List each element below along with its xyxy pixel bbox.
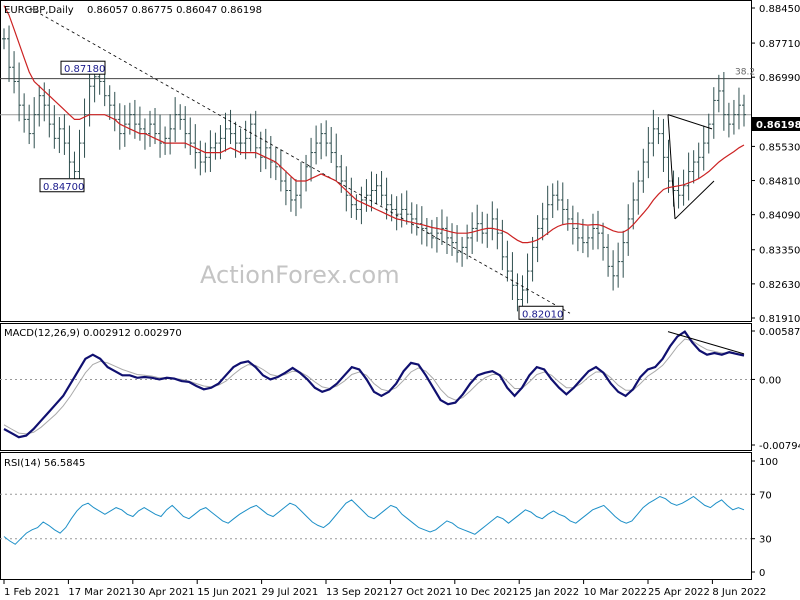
x-axis: 1 Feb 2021 17 Mar 2021 30 Apr 2021 15 Jun 2… [3, 580, 766, 598]
price-y-tick-label: 0.88450 [759, 4, 800, 15]
macd-y-tick-label: 0.00 [759, 375, 781, 386]
macd-lines [3, 330, 745, 439]
x-tick-label: 30 Apr 2021 [133, 587, 195, 598]
x-tick-label: 27 Oct 2021 [390, 587, 452, 598]
x-tick-label: 25 Jan 2022 [519, 587, 579, 598]
price-y-axis: 0.88450 0.87710 0.86990 0.85530 0.84810 0.840… [751, 4, 800, 325]
price-y-tick-label: 0.81910 [759, 314, 800, 325]
rsi-path [3, 495, 745, 545]
x-tick-label: 1 Feb 2021 [4, 587, 60, 598]
rsi-y-tick-label: 30 [759, 535, 772, 546]
x-tick-label: 8 Jun 2022 [712, 587, 766, 598]
x-tick-label: 10 Dec 2021 [455, 587, 519, 598]
x-tick-label: 13 Sep 2021 [326, 587, 389, 598]
macd-main-line [3, 330, 745, 439]
x-tick-label: 25 Apr 2022 [648, 587, 710, 598]
rsi-y-tick-label: 100 [759, 457, 778, 468]
macd-y-axis: 0.005872 0.00 -0.007945 [751, 327, 800, 452]
price-y-tick-label: 0.85530 [759, 142, 800, 153]
price-annotation-label: 0.84700 [43, 182, 84, 193]
last-price-label: 0.86198 [756, 120, 800, 131]
rsi-pane: 100 70 30 0 RSI(14) 56.5845 [0, 452, 778, 580]
x-tick-label: 10 Mar 2022 [584, 587, 647, 598]
rsi-pane-frame [0, 452, 752, 580]
price-pane: ActionForex.com 38.2 0.87180 0.84700 0.820… [0, 0, 800, 325]
price-y-tick-label: 0.84810 [759, 177, 800, 188]
price-annotation-label: 0.82010 [522, 309, 563, 320]
macd-y-tick-label: 0.005872 [759, 327, 800, 338]
fib-38-label: 38.2 [735, 68, 755, 78]
rsi-y-tick-label: 0 [759, 568, 765, 579]
rsi-level-lines [0, 493, 751, 540]
price-y-tick-label: 0.84090 [759, 211, 800, 222]
price-reference-lines: 38.2 [0, 68, 755, 116]
watermark: ActionForex.com [200, 261, 400, 289]
macd-y-tick-label: -0.007945 [759, 441, 800, 452]
x-tick-label: 15 Jun 2021 [197, 587, 257, 598]
rsi-y-tick-label: 70 [759, 490, 772, 501]
eurgbp-chart: ActionForex.com 38.2 0.87180 0.84700 0.820… [0, 0, 800, 598]
macd-pane: 0.005872 0.00 -0.007945 MACD(12,26,9) 0.00… [0, 323, 800, 452]
x-tick-label: 29 Jul 2021 [262, 587, 319, 598]
macd-trendline [667, 331, 745, 355]
price-annotation-label: 0.87180 [64, 64, 105, 75]
ohlc-header: 0.86057 0.86775 0.86047 0.86198 [87, 5, 262, 16]
rsi-label: RSI(14) 56.5845 [4, 458, 85, 469]
triangle-upper-line [667, 114, 713, 130]
price-y-tick-label: 0.86990 [759, 73, 800, 84]
macd-pane-frame [0, 323, 752, 451]
rsi-y-axis: 100 70 30 0 [751, 457, 778, 579]
price-y-tick-label: 0.82630 [759, 280, 800, 291]
price-y-tick-label: 0.83350 [759, 246, 800, 257]
last-price-box: 0.86198 [752, 117, 800, 131]
macd-signal-line [3, 338, 745, 435]
triangle-lower-line [674, 180, 715, 220]
x-tick-label: 17 Mar 2021 [68, 587, 131, 598]
macd-label: MACD(12,26,9) 0.002912 0.002970 [4, 328, 182, 339]
chart-title: EURGBP,Daily [4, 5, 74, 16]
price-y-tick-label: 0.87710 [759, 39, 800, 50]
rsi-line [3, 495, 745, 545]
triangle-left-line [667, 114, 676, 219]
